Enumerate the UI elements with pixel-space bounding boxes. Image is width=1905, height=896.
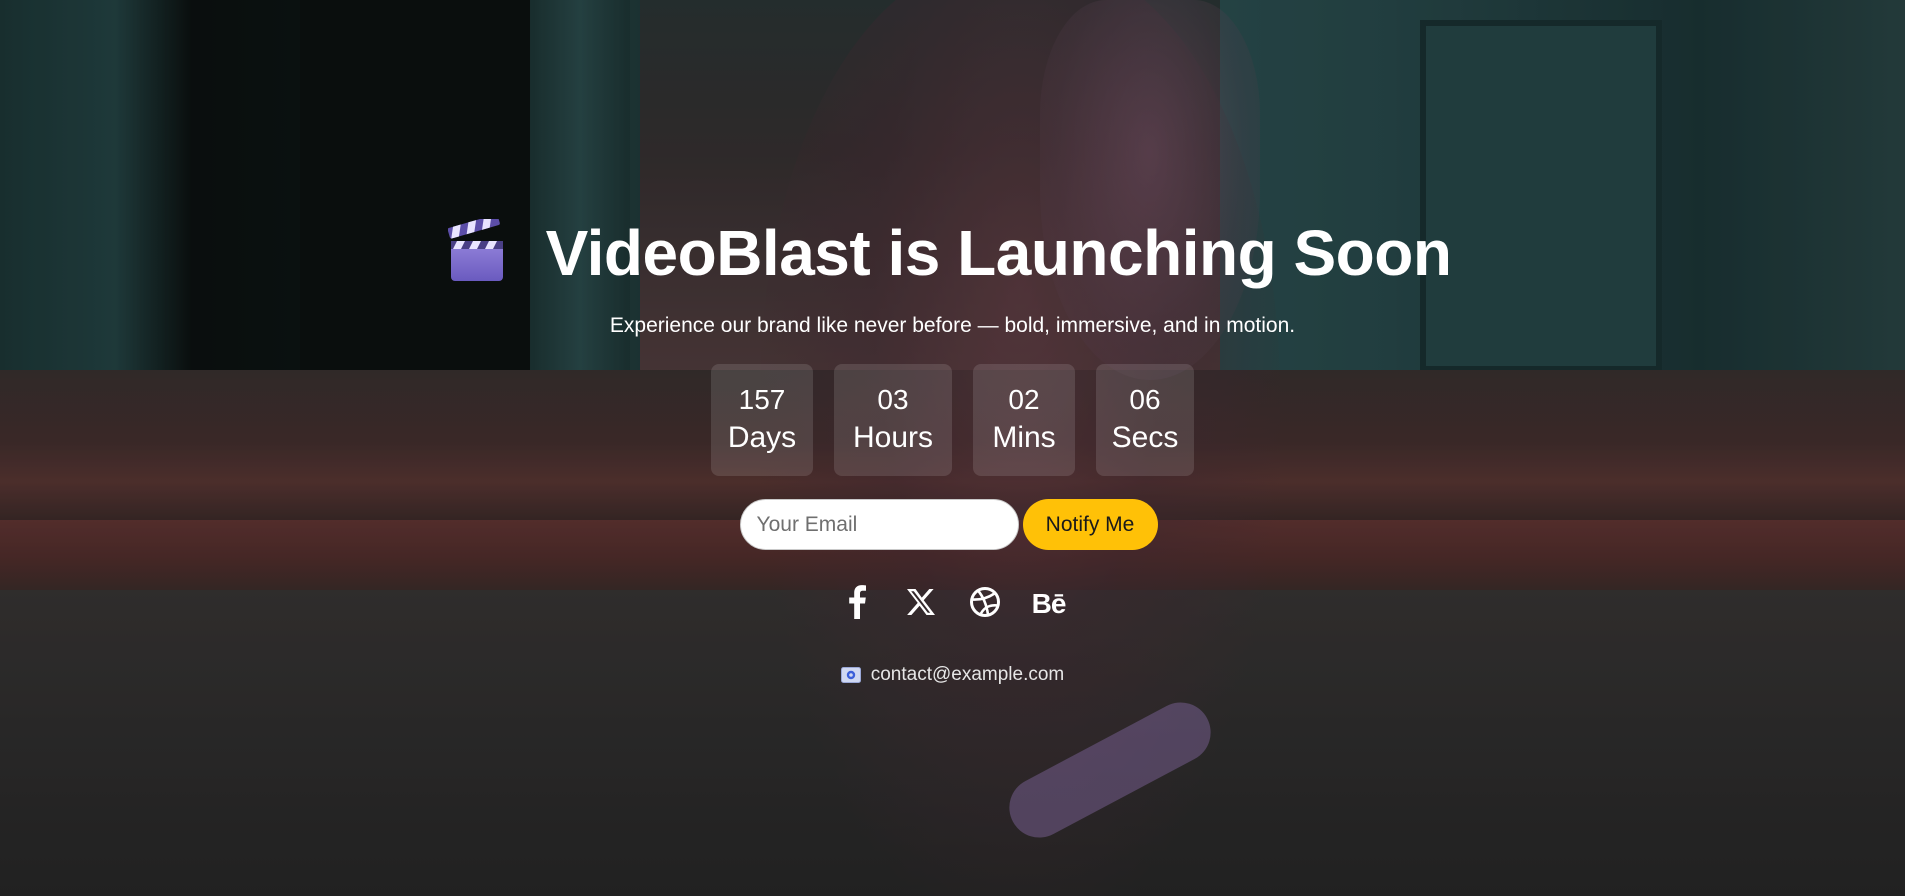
notify-form: Notify Me	[0, 499, 1905, 550]
envelope-icon	[840, 667, 861, 683]
clapper-board-icon	[447, 219, 506, 283]
x-link[interactable]	[904, 586, 938, 622]
page-subtitle: Experience our brand like never before —…	[609, 314, 1296, 337]
countdown-days-value: 157	[738, 384, 786, 415]
countdown-secs: 06 Secs	[1096, 364, 1194, 476]
dribbble-icon	[969, 586, 1001, 623]
contact-email: contact@example.com	[870, 664, 1065, 685]
page-title-text: VideoBlast is Launching Soon	[545, 217, 1452, 289]
countdown-timer: 157 Days 03 Hours 02 Mins 06 Secs	[0, 364, 1905, 476]
dribbble-link[interactable]	[968, 586, 1002, 622]
countdown-secs-value: 06	[1129, 384, 1161, 415]
countdown-days: 157 Days	[711, 364, 813, 476]
behance-link[interactable]: Bē	[1031, 586, 1067, 622]
countdown-secs-label: Secs	[1111, 421, 1179, 454]
launch-page: VideoBlast is Launching Soon Experience …	[0, 0, 1905, 896]
facebook-icon	[847, 584, 867, 624]
x-icon	[906, 588, 936, 621]
social-links: Bē	[0, 584, 1905, 624]
page-title: VideoBlast is Launching Soon	[0, 208, 1905, 298]
notify-me-button[interactable]: Notify Me	[1022, 499, 1158, 550]
countdown-mins-value: 02	[1008, 384, 1040, 415]
countdown-mins-label: Mins	[992, 421, 1056, 454]
countdown-days-label: Days	[727, 421, 797, 454]
email-input[interactable]	[739, 499, 1019, 550]
behance-icon: Bē	[1031, 588, 1067, 619]
contact-info: contact@example.com	[0, 664, 1905, 686]
facebook-link[interactable]	[840, 584, 874, 624]
countdown-hours-value: 03	[877, 384, 909, 415]
countdown-mins: 02 Mins	[973, 364, 1075, 476]
countdown-hours-label: Hours	[852, 421, 934, 454]
countdown-hours: 03 Hours	[834, 364, 952, 476]
